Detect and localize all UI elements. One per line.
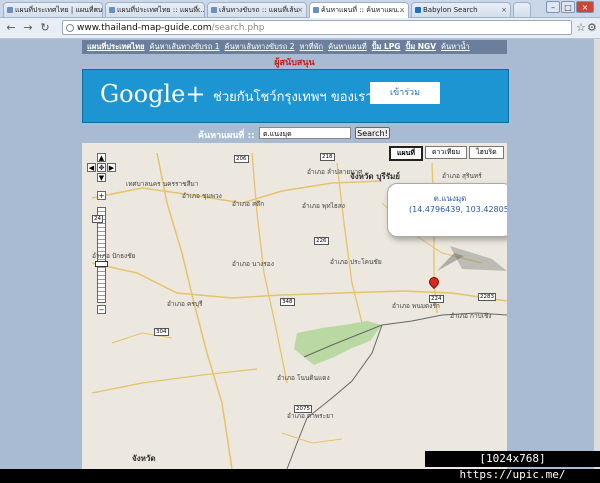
menu-item-thailand-map[interactable]: แผนที่ประเทศไทย — [87, 42, 145, 51]
map-label: อำเภอ ปักธงชัย — [92, 252, 136, 260]
menu-item-ngv[interactable]: ปั้ม NGV — [405, 42, 436, 51]
pan-down-icon[interactable]: ▼ — [97, 173, 106, 182]
map-type-hybrid-button[interactable]: ไฮบริด — [469, 146, 504, 159]
page-scrollbar[interactable] — [594, 39, 600, 469]
map-label: อำเภอ พนมดงรัก — [392, 302, 440, 310]
zoom-slider-handle[interactable] — [95, 261, 108, 267]
pan-up-icon[interactable]: ▲ — [97, 153, 106, 162]
tab-label: เส้นทางขับรถ :: แผนที่เส้น — [219, 6, 299, 14]
map-label: เทศบาลนคร นครราชสีมา — [126, 180, 199, 188]
web-page: แผนที่ประเทศไทย ค้นหาเส้นทางขับรถ 1 ค้นหาเ… — [0, 39, 594, 469]
map-type-selector: แผนที่ ดาวเทียม ไฮบริด — [387, 146, 504, 161]
close-tab-icon[interactable]: × — [501, 3, 507, 17]
map-type-satellite-button[interactable]: ดาวเทียม — [425, 146, 468, 159]
zoom-control: ▲ ◀ ✥ ▶ ▼ + − — [87, 153, 117, 323]
pan-right-icon[interactable]: ▶ — [107, 163, 116, 172]
favicon-icon — [415, 7, 421, 13]
map-label-province: จังหวัด บุรีรัมย์ — [350, 172, 400, 181]
map-type-map-button[interactable]: แผนที่ — [389, 146, 424, 161]
route-shield: 2075 — [294, 405, 312, 413]
site-menu: แผนที่ประเทศไทย ค้นหาเส้นทางขับรถ 1 ค้นหาเ… — [82, 40, 507, 54]
route-shield: 2283 — [478, 293, 496, 301]
tab-label: Babylon Search — [423, 6, 478, 14]
route-shield: 218 — [320, 153, 335, 161]
tab-label: แผนที่ประเทศไทย :: แผนที่... — [117, 6, 205, 14]
bubble-coordinates: (14.4796439, 103.4280586) — [409, 205, 507, 214]
back-icon[interactable]: ← — [4, 21, 18, 35]
menu-item-lpg[interactable]: ปั้ม LPG — [372, 42, 401, 51]
menu-item-search-map[interactable]: ค้นหาแผนที่ — [328, 42, 367, 51]
map-label: อำเภอ ตาพระยา — [287, 412, 334, 420]
close-tab-icon[interactable]: × — [399, 3, 405, 17]
pan-center-icon[interactable]: ✥ — [97, 163, 106, 172]
zoom-out-icon[interactable]: − — [97, 305, 106, 314]
favicon-icon — [211, 7, 217, 13]
tab-label: แผนที่ประเทศไทย | แผนที่ถนน — [15, 6, 103, 14]
browser-window: แผนที่ประเทศไทย | แผนที่ถนน × แผนที่ประเท… — [0, 0, 600, 469]
close-tab-icon[interactable]: × — [297, 3, 303, 17]
bubble-title: ต.แนงมุด — [433, 194, 467, 203]
menu-item-route-1[interactable]: ค้นหาเส้นทางขับรถ 1 — [150, 42, 220, 51]
maximize-button[interactable]: □ — [561, 1, 575, 13]
favicon-icon — [7, 7, 13, 13]
map-label: อำเภอ กาบเชิง — [450, 312, 492, 320]
menu-item-route-2[interactable]: ค้นหาเส้นทางขับรถ 2 — [225, 42, 295, 51]
menu-item-search-water[interactable]: ค้นหาน้ำ — [441, 42, 470, 51]
map-label: อำเภอ นางรอง — [232, 260, 274, 268]
forward-icon[interactable]: → — [21, 21, 35, 35]
tab-2[interactable]: แผนที่ประเทศไทย :: แผนที่... × — [105, 2, 205, 17]
tab-1[interactable]: แผนที่ประเทศไทย | แผนที่ถนน × — [3, 2, 103, 17]
map-label: อำเภอ ครบุรี — [167, 300, 203, 308]
map-label: อำเภอ ชุมพวง — [182, 192, 222, 200]
map-view[interactable]: แผนที่ ดาวเทียม ไฮบริด ▲ ◀ ✥ ▶ ▼ + − เทศ… — [82, 143, 507, 469]
globe-icon — [66, 24, 74, 32]
reload-icon[interactable]: ↻ — [38, 21, 52, 35]
search-label: ค้นหาแผนที่ :: — [198, 131, 255, 141]
tab-3[interactable]: เส้นทางขับรถ :: แผนที่เส้น × — [207, 2, 307, 17]
map-label: อำเภอ โนนดินแดง — [277, 374, 330, 382]
map-label: อำเภอ ประโคนชัย — [330, 258, 382, 266]
ad-text: ช่วยกันโชว์กรุงเทพฯ ของเรา — [213, 90, 373, 105]
route-shield: 206 — [234, 155, 249, 163]
route-shield: 224 — [429, 295, 444, 303]
tab-strip: แผนที่ประเทศไทย | แผนที่ถนน × แผนที่ประเท… — [0, 0, 600, 18]
browser-toolbar: ← → ↻ www.thailand-map-guide.com/search.… — [0, 18, 600, 39]
info-bubble: ต.แนงมุด (14.4796439, 103.4280586) — [387, 183, 507, 237]
route-shield: 226 — [314, 237, 329, 245]
star-icon[interactable]: ☆ — [576, 21, 586, 34]
search-row: ค้นหาแผนที่ :: ต.แนงมุด Search! — [0, 127, 594, 141]
favicon-icon — [313, 7, 319, 13]
map-label: อำเภอ สตึก — [232, 200, 265, 208]
wrench-icon[interactable]: ⚙ — [587, 21, 597, 34]
favicon-icon — [109, 7, 115, 13]
map-label-province: จังหวัด — [132, 454, 156, 463]
address-bar[interactable]: www.thailand-map-guide.com/search.php — [62, 20, 572, 35]
menu-item-hotels[interactable]: หาที่พัก — [300, 42, 324, 51]
tab-label: ค้นหาแผนที่ :: ค้นหาแผน... — [321, 6, 405, 14]
search-input[interactable]: ต.แนงมุด — [259, 127, 351, 139]
watermark: [1024x768] https://upic.me/ — [425, 451, 600, 481]
ad-join-button[interactable]: เข้าร่วม — [370, 82, 440, 104]
tab-4-active[interactable]: ค้นหาแผนที่ :: ค้นหาแผน... × — [309, 2, 409, 18]
url-path: /search.php — [211, 23, 265, 33]
ad-brand: Google+ — [100, 80, 206, 108]
route-shield: 24 — [92, 215, 103, 223]
new-tab-button[interactable] — [513, 2, 531, 17]
close-window-button[interactable]: × — [576, 1, 594, 13]
route-shield: 304 — [154, 328, 169, 336]
pan-left-icon[interactable]: ◀ — [87, 163, 96, 172]
map-label: อำเภอ สุรินทร์ — [442, 172, 482, 180]
zoom-in-icon[interactable]: + — [97, 191, 106, 200]
google-plus-ad[interactable]: Google+ ช่วยกันโชว์กรุงเทพฯ ของเรา เข้าร… — [82, 69, 509, 123]
map-label: อำเภอ พุทไธสง — [302, 202, 345, 210]
search-button[interactable]: Search! — [355, 127, 390, 139]
close-tab-icon[interactable]: × — [195, 3, 201, 17]
minimize-button[interactable]: – — [546, 1, 560, 13]
route-shield: 348 — [280, 298, 295, 306]
close-tab-icon[interactable]: × — [93, 3, 99, 17]
tab-5[interactable]: Babylon Search × — [411, 2, 511, 17]
url-host: www.thailand-map-guide.com — [77, 23, 212, 33]
sponsor-heading: ผู้สนับสนุน — [274, 58, 315, 68]
